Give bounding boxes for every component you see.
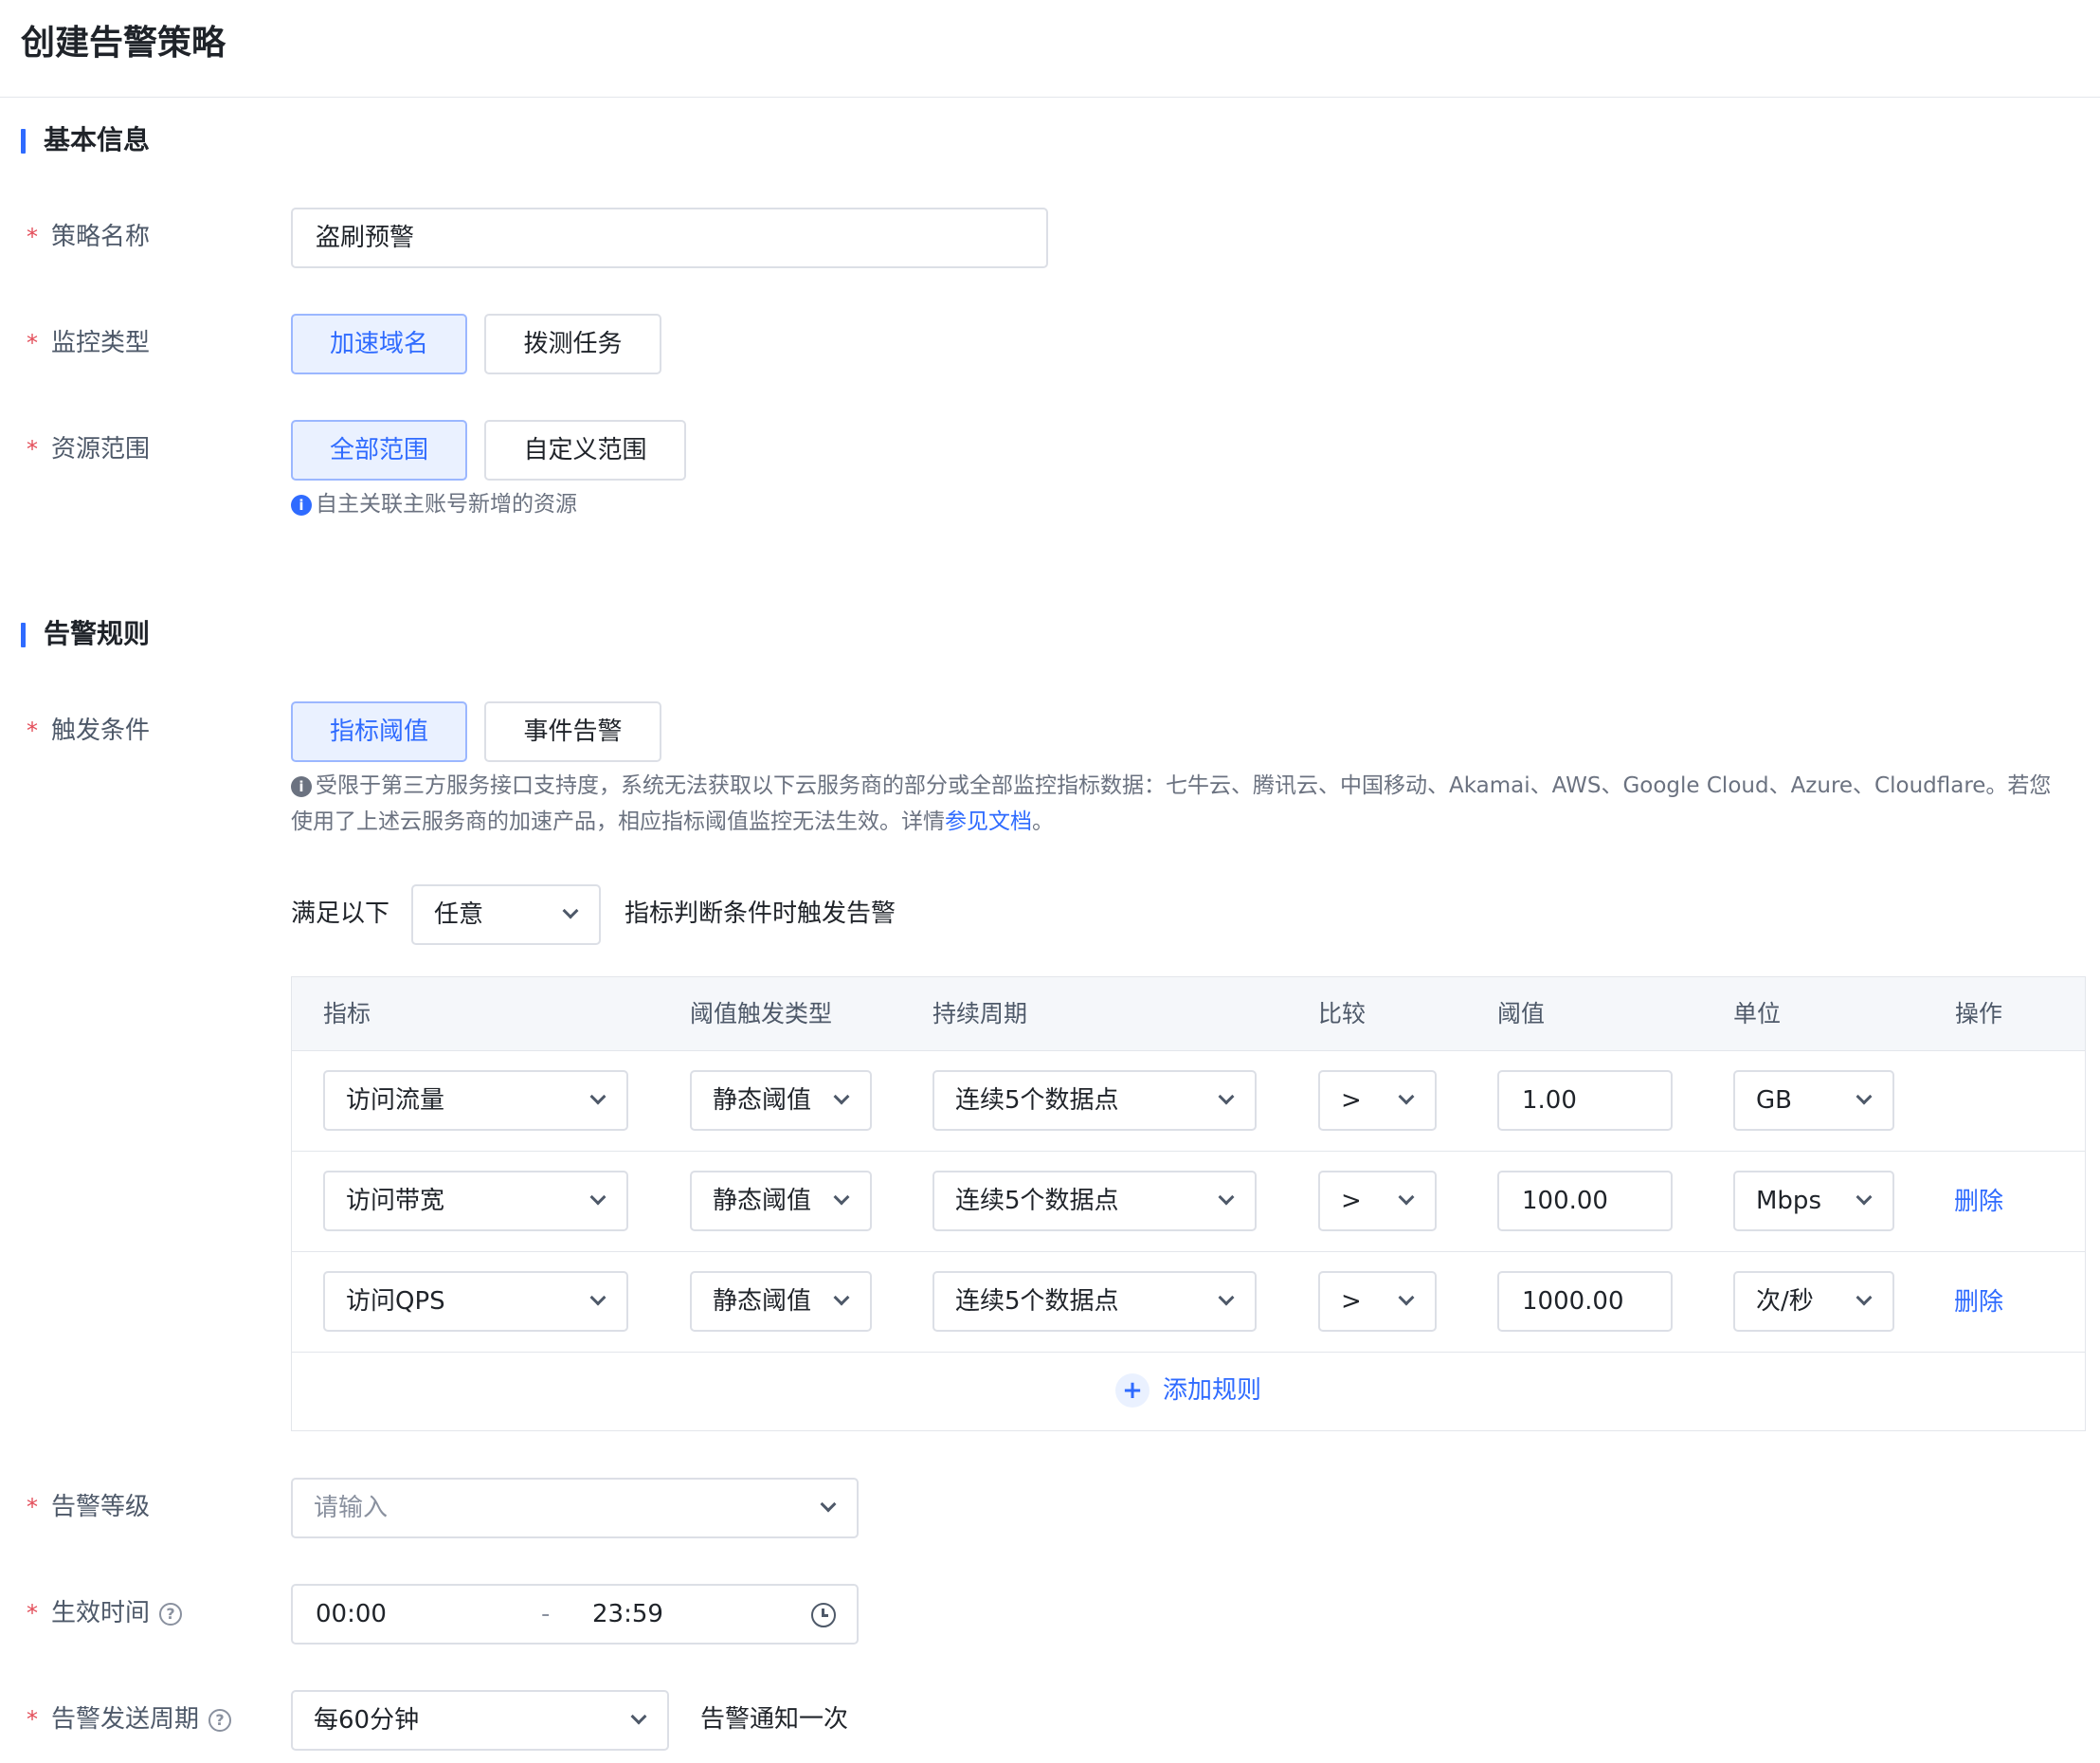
chevron-down-icon [1398, 1088, 1415, 1105]
trigger-type-select[interactable]: 静态阈值 [690, 1171, 872, 1231]
th-trigger-type: 阈值触发类型 [690, 1000, 833, 1027]
label-alert-level: * 告警等级 [27, 1493, 151, 1521]
chevron-down-icon [1856, 1289, 1873, 1306]
period-select[interactable]: 连续5个数据点 [932, 1171, 1257, 1231]
monitor-type-probe[interactable]: 拨测任务 [484, 314, 661, 374]
delete-rule-button[interactable]: 删除 [1954, 1185, 2003, 1219]
th-unit: 单位 [1733, 1000, 1782, 1027]
chevron-down-icon [820, 1496, 837, 1513]
th-action: 操作 [1955, 1000, 2003, 1027]
table-row: 访问带宽 静态阈值 连续5个数据点 > 100.00 Mbps 删除 [292, 1152, 2085, 1252]
label-monitor-type: * 监控类型 [27, 329, 151, 357]
trigger-type-select[interactable]: 静态阈值 [690, 1271, 872, 1332]
label-effective-time: * 生效时间? [27, 1596, 183, 1630]
table-row: 访问流量 静态阈值 连续5个数据点 > 1.00 GB [292, 1051, 2085, 1152]
condition-mode-select[interactable]: 任意 [411, 884, 601, 945]
th-metric: 指标 [323, 1000, 371, 1027]
time-end[interactable]: 23:59 [592, 1586, 663, 1643]
add-rule-button[interactable]: + 添加规则 [1114, 1373, 1261, 1408]
time-start[interactable]: 00:00 [316, 1600, 387, 1628]
unit-select[interactable]: GB [1733, 1070, 1894, 1131]
scope-custom[interactable]: 自定义范围 [484, 420, 686, 481]
label-trigger: * 触发条件 [27, 717, 151, 745]
condition-suffix: 指标判断条件时触发告警 [625, 900, 896, 928]
chevron-down-icon [1218, 1289, 1235, 1306]
section-title-basic: 基本信息 [21, 121, 150, 159]
required-mark: * [27, 436, 38, 463]
monitor-type-domain[interactable]: 加速域名 [291, 314, 467, 374]
metric-select[interactable]: 访问带宽 [323, 1171, 628, 1231]
period-select[interactable]: 连续5个数据点 [932, 1070, 1257, 1131]
unit-select[interactable]: Mbps [1733, 1171, 1894, 1231]
chevron-down-icon [1398, 1189, 1415, 1206]
trigger-hint: i 受限于第三方服务接口支持度，系统无法获取以下云服务商的部分或全部监控指标数据：… [291, 773, 2052, 834]
compare-select[interactable]: > [1318, 1171, 1437, 1231]
plus-icon: + [1114, 1373, 1150, 1408]
required-mark: * [27, 1494, 38, 1520]
compare-select[interactable]: > [1318, 1070, 1437, 1131]
add-rule-row: + 添加规则 [292, 1354, 2085, 1430]
chevron-down-icon [589, 1088, 606, 1105]
delete-rule-button[interactable]: 删除 [1954, 1285, 2003, 1319]
trigger-metric-threshold[interactable]: 指标阈值 [291, 701, 467, 762]
page-title: 创建告警策略 [21, 24, 226, 63]
see-docs-link[interactable]: 参见文档 [945, 809, 1032, 834]
metric-select[interactable]: 访问QPS [323, 1271, 628, 1332]
chevron-down-icon [1856, 1189, 1873, 1206]
trigger-event-alert[interactable]: 事件告警 [484, 701, 661, 762]
chevron-down-icon [1218, 1088, 1235, 1105]
time-separator: - [541, 1600, 551, 1628]
effective-time-range[interactable]: 00:00 - 23:59 [291, 1584, 859, 1645]
chevron-down-icon [1856, 1088, 1873, 1105]
required-mark: * [27, 718, 38, 744]
required-mark: * [27, 1706, 38, 1733]
required-mark: * [27, 224, 38, 250]
help-icon[interactable]: ? [208, 1709, 232, 1732]
clock-icon [811, 1603, 836, 1627]
chevron-down-icon [562, 902, 579, 919]
threshold-input[interactable]: 1000.00 [1497, 1271, 1673, 1332]
trigger-type-select[interactable]: 静态阈值 [690, 1070, 872, 1131]
scope-all[interactable]: 全部范围 [291, 420, 467, 481]
scope-hint: i 自主关联主账号新增的资源 [291, 486, 577, 522]
rules-table: 指标 阈值触发类型 持续周期 比较 阈值 单位 操作 访问流量 静态阈值 连续5… [291, 976, 2086, 1431]
metric-select[interactable]: 访问流量 [323, 1070, 628, 1131]
chevron-down-icon [589, 1189, 606, 1206]
chevron-down-icon [589, 1289, 606, 1306]
threshold-input[interactable]: 1.00 [1497, 1070, 1673, 1131]
chevron-down-icon [1218, 1189, 1235, 1206]
label-send-period: * 告警发送周期? [27, 1702, 232, 1736]
th-compare: 比较 [1318, 1000, 1367, 1027]
threshold-input[interactable]: 100.00 [1497, 1171, 1673, 1231]
section-title-rules: 告警规则 [21, 615, 150, 653]
table-header: 指标 阈值触发类型 持续周期 比较 阈值 单位 操作 [292, 977, 2085, 1051]
required-mark: * [27, 330, 38, 356]
send-period-suffix: 告警通知一次 [700, 1705, 849, 1734]
send-period-select[interactable]: 每60分钟 [291, 1690, 669, 1751]
chevron-down-icon [630, 1708, 647, 1725]
condition-prefix: 满足以下 [291, 900, 390, 928]
th-threshold: 阈值 [1497, 1000, 1546, 1027]
info-icon: i [291, 495, 312, 516]
alert-level-select[interactable]: 请输入 [291, 1478, 859, 1538]
chevron-down-icon [1398, 1289, 1415, 1306]
compare-select[interactable]: > [1318, 1271, 1437, 1332]
help-icon[interactable]: ? [159, 1603, 183, 1626]
required-mark: * [27, 1600, 38, 1627]
label-resource-scope: * 资源范围 [27, 435, 151, 463]
chevron-down-icon [833, 1189, 850, 1206]
table-row: 访问QPS 静态阈值 连续5个数据点 > 1000.00 次/秒 删除 [292, 1252, 2085, 1353]
period-select[interactable]: 连续5个数据点 [932, 1271, 1257, 1332]
th-period: 持续周期 [932, 1000, 1028, 1027]
page-header: 创建告警策略 [0, 0, 2100, 98]
chevron-down-icon [833, 1088, 850, 1105]
info-icon: i [291, 776, 312, 797]
chevron-down-icon [833, 1289, 850, 1306]
policy-name-input[interactable]: 盗刷预警 [291, 208, 1048, 268]
unit-select[interactable]: 次/秒 [1733, 1271, 1894, 1332]
label-policy-name: * 策略名称 [27, 223, 151, 251]
